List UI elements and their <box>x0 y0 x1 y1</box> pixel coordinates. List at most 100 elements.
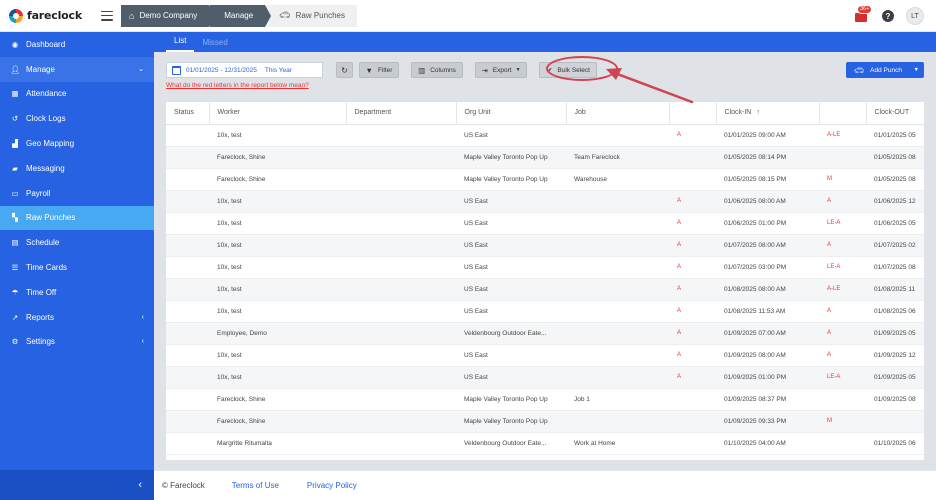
top-header: fareclock ⌂ Demo Company Manage 🚗︎ Raw P… <box>0 0 936 32</box>
cell-status <box>166 410 209 433</box>
cell-out-flag <box>819 432 866 455</box>
sidebar-item-raw-punches[interactable]: ▚ Raw Punches <box>0 205 154 231</box>
sort-ascending-icon[interactable]: ↑ <box>756 109 760 116</box>
add-punch-label: Add Punch <box>870 66 902 74</box>
table-row[interactable]: 10x, test US East A 01/06/2025 08:00 AM A 01/… <box>166 190 924 213</box>
check-double-icon: ✔ <box>546 65 553 75</box>
cell-job <box>566 256 669 279</box>
annotation-arrow <box>606 68 694 104</box>
column-header-department[interactable]: Department <box>346 102 457 125</box>
help-icon[interactable]: ? <box>882 10 894 22</box>
cell-clock-in: 01/05/2025 08:14 PM <box>716 146 819 169</box>
sidebar-item-payroll[interactable]: ▭ Payroll <box>0 181 154 206</box>
cell-in-flag: A <box>669 278 716 301</box>
cell-department <box>346 432 456 455</box>
table-row[interactable]: 10x, test US East A 01/01/2025 09:00 AM A-LE… <box>166 124 924 147</box>
table-row[interactable]: Margritte Ritumalta Veldenbourg Outdoor E… <box>166 432 924 455</box>
column-header-status[interactable]: Status <box>166 102 210 125</box>
sidebar-item-clock-logs[interactable]: ↺ Clock Logs <box>0 106 154 131</box>
sidebar-item-manage[interactable]: 👤︎ Manage ⌄ <box>0 56 154 82</box>
cell-worker: Fareclock, Shine <box>209 146 346 169</box>
breadcrumb-manage[interactable]: Manage <box>209 4 272 27</box>
terms-of-use-link[interactable]: Terms of Use <box>232 481 279 490</box>
cell-status <box>166 366 209 389</box>
sidebar-item-settings[interactable]: ⚙ Settings ‹ <box>0 330 154 355</box>
avatar[interactable]: LT <box>906 7 924 25</box>
sidebar-collapse-button[interactable]: ‹ <box>0 470 154 500</box>
add-punch-button[interactable]: 🚗︎ Add Punch ▼ <box>846 62 924 78</box>
cell-out-flag: LE-A <box>819 366 866 389</box>
sidebar: ◉ Dashboard 👤︎ Manage ⌄ ▦ Attendance ↺ Clock … <box>0 32 154 500</box>
refresh-button[interactable]: ↻ <box>336 62 353 78</box>
menu-toggle-icon[interactable] <box>101 10 113 21</box>
chat-icon: ▰ <box>12 163 18 173</box>
column-header-org-unit[interactable]: Org Unit <box>456 102 567 125</box>
chevron-left-icon: ‹ <box>141 338 144 346</box>
table-row[interactable]: 10x, test US East A 01/09/2025 08:00 AM A 01/… <box>166 344 924 367</box>
cell-clock-in: 01/06/2025 08:00 AM <box>716 190 819 213</box>
sidebar-item-time-cards[interactable]: ☰ Time Cards <box>0 255 154 280</box>
cell-worker: 10x, test <box>209 278 346 301</box>
table-row[interactable]: 10x, test US East A 01/07/2025 08:00 AM A 01/… <box>166 234 924 257</box>
tab-missed[interactable]: Missed <box>194 38 235 52</box>
column-header-clock-out[interactable]: Clock-OUT <box>866 102 924 125</box>
table-row[interactable]: 10x, test US East A 01/06/2025 01:00 PM LE-A… <box>166 212 924 235</box>
cell-clock-in: 01/09/2025 08:00 AM <box>716 344 819 367</box>
sidebar-item-label: Raw Punches <box>26 213 76 223</box>
red-letters-help-link[interactable]: What do the red letters in the report be… <box>166 82 309 89</box>
table-row[interactable]: 10x, test US East A 01/08/2025 11:53 AM A 01/… <box>166 300 924 323</box>
punches-table: Status Worker Department Org Unit Job Cl… <box>166 102 924 460</box>
table-row[interactable]: 10x, test US East A 01/08/2025 08:00 AM A-LE… <box>166 278 924 301</box>
cell-department <box>346 124 456 147</box>
cell-clock-out: 01/07/2025 08 <box>866 256 924 279</box>
cell-worker: Employee, Demo <box>209 322 346 345</box>
cell-clock-out: 01/09/2025 08 <box>866 388 924 411</box>
fareclock-logo-icon <box>9 8 23 23</box>
export-button[interactable]: ⇥ Export ▼ <box>475 62 527 78</box>
table-row[interactable]: Employee, Demo Veldenbourg Outdoor Eate..… <box>166 322 924 345</box>
notifications-button[interactable]: 36+ <box>854 5 873 22</box>
sidebar-item-reports[interactable]: ↗ Reports ‹ <box>0 305 154 330</box>
cell-in-flag <box>669 168 716 191</box>
cell-out-flag: A <box>819 344 866 367</box>
cell-clock-in: 01/08/2025 11:53 AM <box>716 300 819 323</box>
sidebar-item-attendance[interactable]: ▦ Attendance <box>0 82 154 107</box>
table-row[interactable]: 10x, test US East A 01/07/2025 03:00 PM LE-A… <box>166 256 924 279</box>
table-row[interactable]: Fareclock, Shine Maple Valley Toronto Pop… <box>166 410 924 433</box>
column-header-clock-in[interactable]: Clock-IN ↑ <box>716 102 820 125</box>
cell-status <box>166 300 209 323</box>
map-icon: ▟ <box>12 139 18 149</box>
tab-list[interactable]: List <box>166 36 195 52</box>
chevron-down-icon: ⌄ <box>138 66 144 74</box>
cell-out-flag: A <box>819 234 866 257</box>
cell-org-unit: US East <box>456 190 566 213</box>
sidebar-item-time-off[interactable]: ☂ Time Off <box>0 280 154 305</box>
columns-button[interactable]: ▥ Columns <box>411 62 463 78</box>
table-row[interactable]: Fareclock, Shine Maple Valley Toronto Pop… <box>166 168 924 191</box>
breadcrumb-company[interactable]: ⌂ Demo Company <box>121 4 216 27</box>
list-icon: ☰ <box>11 263 19 273</box>
privacy-policy-link[interactable]: Privacy Policy <box>307 481 357 490</box>
cell-status <box>166 432 209 455</box>
sidebar-item-geo-mapping[interactable]: ▟ Geo Mapping <box>0 131 154 156</box>
table-row[interactable]: 10x, test US East A 01/09/2025 01:00 PM LE-A… <box>166 366 924 389</box>
sidebar-item-label: Payroll <box>26 188 51 198</box>
cell-org-unit: Maple Valley Toronto Pop Up <box>456 410 566 433</box>
sidebar-item-messaging[interactable]: ▰ Messaging <box>0 156 154 181</box>
sidebar-item-dashboard[interactable]: ◉ Dashboard <box>0 32 154 57</box>
breadcrumb-label: Demo Company <box>139 11 198 20</box>
sidebar-item-schedule[interactable]: ▤ Schedule <box>0 230 154 255</box>
sidebar-item-label: Settings <box>26 337 55 347</box>
cell-clock-in: 01/09/2025 01:00 PM <box>716 366 819 389</box>
app-logo[interactable]: fareclock <box>9 8 89 23</box>
cell-in-flag <box>669 388 716 411</box>
table-row[interactable]: Fareclock, Shine Maple Valley Toronto Pop… <box>166 146 924 169</box>
export-label: Export <box>492 66 512 74</box>
bulk-select-button[interactable]: ✔ Bulk Select <box>539 62 597 78</box>
column-header-worker[interactable]: Worker <box>209 102 347 125</box>
date-range-picker[interactable]: 01/01/2025 - 12/31/2025 This Year <box>166 62 323 78</box>
history-icon: ↺ <box>11 114 19 124</box>
filter-button[interactable]: ▼ Filter <box>359 62 399 78</box>
table-row[interactable]: Fareclock, Shine Maple Valley Toronto Pop… <box>166 388 924 411</box>
cell-out-flag: M <box>819 410 866 433</box>
